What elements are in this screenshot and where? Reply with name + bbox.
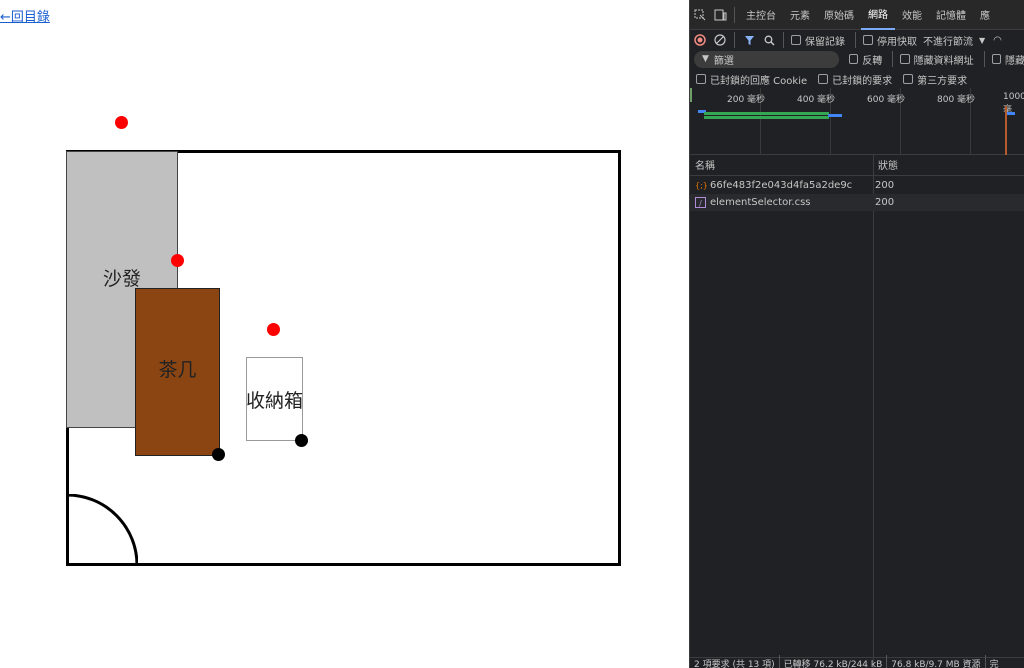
back-to-index-link[interactable]: ←回目錄 bbox=[0, 6, 50, 25]
hide-data-urls-label: 隱藏資料網址 bbox=[913, 55, 974, 67]
footer-divider bbox=[778, 655, 780, 668]
resources-size: 76.8 kB/9.7 MB 資源 bbox=[891, 659, 981, 668]
third-party-checkbox[interactable] bbox=[903, 74, 914, 84]
floor-plan-page: ←回目錄 沙發 茶几 收納箱 bbox=[0, 0, 689, 668]
table-row[interactable]: / elementSelector.css 200 bbox=[690, 194, 1024, 211]
hide-data-urls-checkbox[interactable] bbox=[900, 54, 910, 64]
stylesheet-icon: / bbox=[695, 197, 706, 208]
timeline-tick-label: 200 毫秒 bbox=[727, 95, 766, 105]
preserve-log-label: 保留記錄 bbox=[805, 36, 845, 48]
blocked-cookies-checkbox[interactable] bbox=[696, 74, 706, 84]
request-count: 2 項要求 (共 13 項) bbox=[694, 659, 775, 668]
blocked-requests-label: 已封鎖的要求 bbox=[832, 75, 893, 87]
timeline-waiting-bar bbox=[828, 114, 842, 117]
filter-icon[interactable] bbox=[739, 30, 759, 50]
invert-label: 反轉 bbox=[862, 55, 883, 67]
box-resize-handle[interactable] bbox=[295, 434, 308, 447]
timeline-waiting-bar bbox=[1007, 112, 1015, 115]
document-icon: {;} bbox=[695, 181, 708, 190]
cookie-filter-row: 已封鎖的回應 Cookie 已封鎖的要求 第三方要求 bbox=[690, 70, 1024, 88]
column-divider[interactable] bbox=[873, 154, 874, 668]
coffee-table-block[interactable]: 茶几 bbox=[135, 288, 220, 456]
filter-row: ▼ 篩選 反轉 隱藏資料網址 隱藏 bbox=[690, 49, 1024, 69]
request-status: 200 bbox=[875, 180, 895, 191]
toolbar-divider bbox=[734, 32, 735, 48]
footer-divider bbox=[886, 655, 888, 668]
tab-network[interactable]: 網路 bbox=[861, 0, 895, 30]
hide-extension-label: 隱藏 bbox=[1004, 55, 1024, 67]
tab-elements[interactable]: 元素 bbox=[783, 0, 817, 30]
network-conditions-icon[interactable]: ◠ bbox=[993, 35, 1002, 46]
timeline-tick-label: 800 毫秒 bbox=[937, 95, 976, 105]
toolbar-divider bbox=[892, 51, 894, 67]
third-party-label: 第三方要求 bbox=[917, 75, 968, 87]
storage-box-block[interactable]: 收納箱 bbox=[246, 357, 303, 441]
device-toolbar-icon[interactable] bbox=[710, 5, 730, 25]
table-row[interactable]: {;} 66fe483f2e043d4fa5a2de9c 200 bbox=[690, 177, 1024, 194]
filter-placeholder: 篩選 bbox=[713, 55, 734, 67]
blocked-cookies-label: 已封鎖的回應 Cookie bbox=[710, 75, 808, 87]
record-icon[interactable] bbox=[690, 30, 710, 50]
preserve-log-checkbox[interactable] bbox=[791, 35, 801, 45]
timeline-download-bar bbox=[704, 112, 829, 115]
box-label: 收納箱 bbox=[246, 389, 304, 412]
request-table-header: 名稱 狀態 bbox=[690, 154, 1024, 176]
sofa-label: 沙發 bbox=[102, 268, 141, 290]
tab-application[interactable]: 應 bbox=[973, 0, 997, 30]
tab-sources[interactable]: 原始碼 bbox=[817, 0, 861, 30]
tab-console[interactable]: 主控台 bbox=[739, 0, 783, 30]
chevron-down-icon[interactable]: ▼ bbox=[979, 36, 985, 45]
disable-cache-label: 停用快取 bbox=[877, 36, 917, 48]
toolbar-divider bbox=[783, 32, 784, 48]
devtools-panel: 主控台 元素 原始碼 網路 效能 記憶體 應 保留記錄 停用快取 不進行節流 ▼… bbox=[689, 0, 1024, 668]
clear-icon[interactable] bbox=[710, 30, 730, 50]
timeline-tick-label: 600 毫秒 bbox=[867, 95, 906, 105]
table-label: 茶几 bbox=[158, 358, 197, 381]
hide-extension-checkbox[interactable] bbox=[991, 54, 1001, 64]
invert-checkbox[interactable] bbox=[848, 54, 859, 64]
door-swing-arc bbox=[66, 494, 138, 566]
disable-cache-checkbox[interactable] bbox=[863, 35, 873, 45]
tab-memory[interactable]: 記憶體 bbox=[929, 0, 973, 30]
devtools-tab-bar: 主控台 元素 原始碼 網路 效能 記憶體 應 bbox=[690, 0, 1024, 30]
network-summary-bar: 2 項要求 (共 13 項) 已轉移 76.2 kB/244 kB 76.8 k… bbox=[690, 655, 1024, 668]
blocked-requests-checkbox[interactable] bbox=[818, 74, 829, 84]
network-toolbar: 保留記錄 停用快取 不進行節流 ▼ ◠ bbox=[690, 30, 1024, 50]
timeline-download-bar bbox=[704, 116, 829, 119]
inspect-element-icon[interactable] bbox=[690, 5, 710, 25]
request-name: elementSelector.css bbox=[710, 197, 811, 208]
toolbar-divider bbox=[983, 51, 985, 67]
filter-input[interactable]: ▼ 篩選 bbox=[694, 50, 839, 68]
finish-time: 完 bbox=[989, 659, 999, 668]
table-rotate-handle[interactable] bbox=[171, 254, 184, 267]
toolbar-divider bbox=[734, 6, 735, 23]
footer-divider bbox=[984, 655, 986, 668]
sofa-rotate-handle[interactable] bbox=[115, 116, 128, 129]
column-name-header[interactable]: 名稱 bbox=[690, 157, 874, 172]
box-rotate-handle[interactable] bbox=[267, 323, 280, 336]
search-icon[interactable] bbox=[759, 30, 779, 50]
table-resize-handle[interactable] bbox=[212, 448, 225, 461]
toolbar-divider bbox=[855, 32, 856, 48]
throttle-select[interactable]: 不進行節流 bbox=[923, 33, 973, 48]
transferred-size: 已轉移 76.2 kB/244 kB bbox=[783, 659, 883, 668]
timeline-start-marker bbox=[690, 88, 692, 102]
request-status: 200 bbox=[875, 197, 895, 208]
network-overview-timeline[interactable]: 200 毫秒 400 毫秒 600 毫秒 800 毫秒 1000 毫 bbox=[690, 88, 1024, 155]
request-name: 66fe483f2e043d4fa5a2de9c bbox=[710, 180, 853, 191]
column-status-header[interactable]: 狀態 bbox=[874, 157, 898, 172]
timeline-tick-label: 400 毫秒 bbox=[797, 95, 836, 105]
filter-funnel-icon: ▼ bbox=[702, 54, 709, 64]
tab-performance[interactable]: 效能 bbox=[895, 0, 929, 30]
